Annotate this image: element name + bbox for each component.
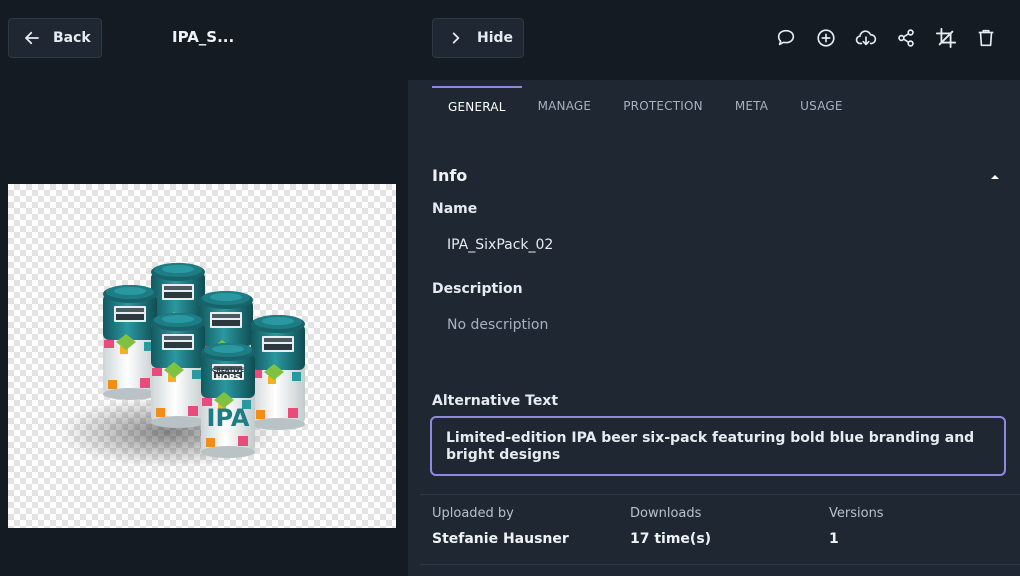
- hide-button[interactable]: Hide: [432, 18, 524, 58]
- arrow-left-icon: [25, 31, 39, 45]
- chevron-right-icon: [452, 32, 460, 44]
- description-field[interactable]: No description: [447, 317, 548, 333]
- share-icon[interactable]: [894, 26, 918, 50]
- chevron-up-icon[interactable]: [988, 170, 1002, 184]
- back-button-label: Back: [53, 30, 91, 46]
- tab-general[interactable]: GENERAL: [432, 86, 522, 126]
- versions-block: Versions 1: [829, 506, 884, 547]
- downloads-block: Downloads 17 time(s): [630, 506, 711, 547]
- crop-icon[interactable]: [934, 26, 958, 50]
- hide-button-label: Hide: [477, 30, 514, 46]
- preview-panel: Back IPA_S... IPA CREATIVE HOPS: [0, 0, 408, 576]
- back-button[interactable]: Back: [8, 18, 102, 58]
- tab-meta[interactable]: META: [719, 86, 784, 126]
- asset-title: IPA_S...: [172, 28, 235, 46]
- versions-value: 1: [829, 531, 839, 547]
- description-label: Description: [432, 281, 523, 297]
- versions-label: Versions: [829, 506, 884, 521]
- name-field[interactable]: IPA_SixPack_02: [447, 237, 553, 253]
- divider: [420, 564, 1020, 565]
- divider: [420, 494, 1020, 495]
- info-section-title: Info: [432, 166, 468, 185]
- detail-tabs: GENERAL MANAGE PROTECTION META USAGE: [432, 86, 859, 126]
- add-icon[interactable]: [814, 26, 838, 50]
- details-toolbar: Hide: [408, 0, 1020, 80]
- uploaded-by-value: Stefanie Hausner: [432, 531, 569, 547]
- action-toolbar: [774, 26, 998, 50]
- sixpack-illustration: IPA CREATIVE HOPS: [58, 263, 305, 468]
- tab-protection[interactable]: PROTECTION: [607, 86, 719, 126]
- asset-preview-image[interactable]: IPA CREATIVE HOPS: [8, 184, 396, 528]
- downloads-label: Downloads: [630, 506, 702, 521]
- tab-manage[interactable]: MANAGE: [522, 86, 608, 126]
- comment-icon[interactable]: [774, 26, 798, 50]
- uploaded-by-label: Uploaded by: [432, 506, 514, 521]
- name-label: Name: [432, 201, 478, 217]
- details-panel: Hide GENERAL MANAGE PROTECTION META USAG…: [408, 0, 1020, 576]
- downloads-value: 17 time(s): [630, 531, 712, 547]
- download-icon[interactable]: [854, 26, 878, 50]
- can-brand-bottom: HOPS: [215, 373, 240, 382]
- trash-icon[interactable]: [974, 26, 998, 50]
- alt-text-input[interactable]: Limited-edition IPA beer six-pack featur…: [430, 416, 1006, 476]
- tab-usage[interactable]: USAGE: [784, 86, 859, 126]
- uploaded-by-block: Uploaded by Stefanie Hausner: [432, 506, 569, 547]
- alt-text-label: Alternative Text: [432, 393, 559, 409]
- can-label-ipa: IPA: [207, 404, 250, 432]
